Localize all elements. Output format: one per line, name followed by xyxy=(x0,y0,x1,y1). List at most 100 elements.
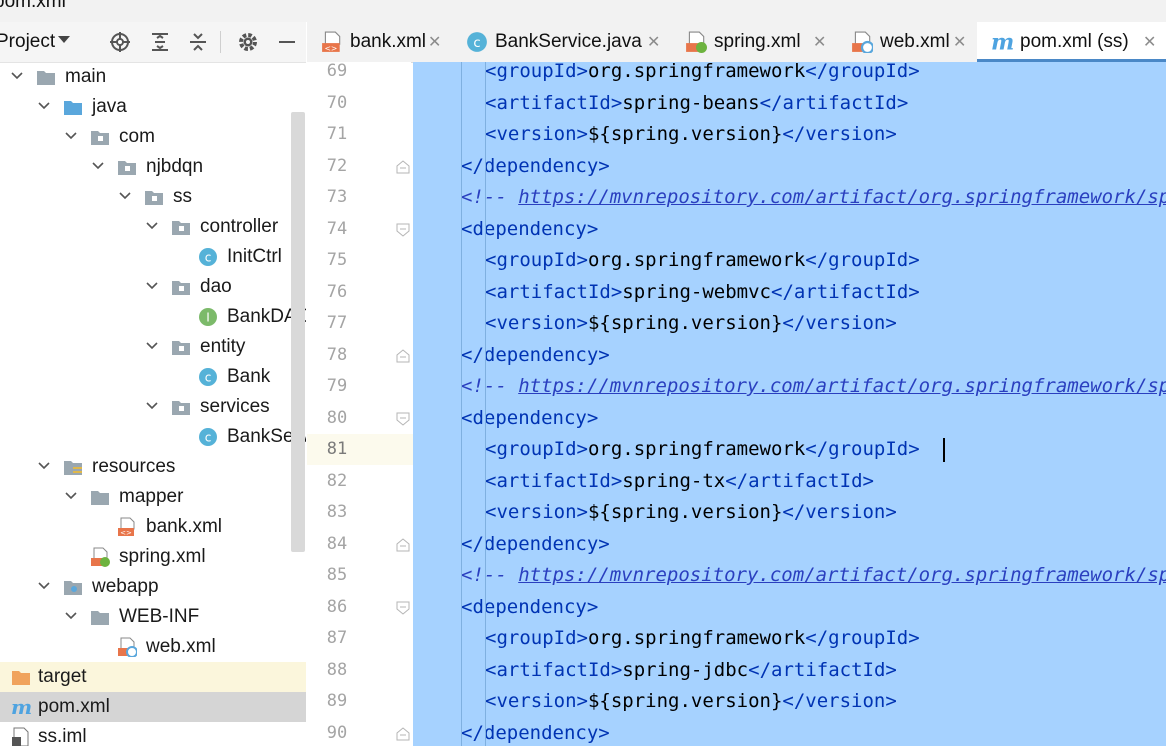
tab-label: web.xml xyxy=(880,31,950,52)
fold-end-icon[interactable] xyxy=(396,348,410,363)
code-line: <groupId>org.springframework</groupId> xyxy=(485,434,920,465)
code-token: </version> xyxy=(782,690,897,712)
code-token: <version> xyxy=(485,501,588,523)
chevron-down-icon[interactable] xyxy=(65,610,77,622)
editor-tab[interactable]: c BankService.java ✕ xyxy=(452,22,671,62)
chevron-down-icon[interactable] xyxy=(146,280,158,292)
tree-item[interactable]: cBankService xyxy=(0,422,306,452)
chevron-down-icon[interactable] xyxy=(58,36,70,43)
comment-link[interactable]: https://mvnrepository.com/artifact/org.s… xyxy=(518,186,1166,208)
line-number: 78 xyxy=(326,344,348,365)
close-icon[interactable]: ✕ xyxy=(813,32,826,52)
tree-item[interactable]: WEB-INF xyxy=(0,602,306,632)
code-token: <version> xyxy=(485,123,588,145)
close-icon[interactable]: ✕ xyxy=(647,32,660,52)
chevron-down-icon[interactable] xyxy=(65,490,77,502)
tree-scrollbar[interactable] xyxy=(291,112,305,552)
editor-tab[interactable]: m pom.xml (ss) ✕ xyxy=(977,22,1166,62)
class-icon: c xyxy=(199,248,217,266)
tree-item[interactable]: web.xml xyxy=(0,632,306,662)
code-token: ${spring.version} xyxy=(587,123,783,145)
fold-start-icon[interactable] xyxy=(396,412,410,426)
close-icon[interactable]: ✕ xyxy=(428,32,441,52)
close-icon[interactable]: ✕ xyxy=(1143,32,1156,52)
fold-start-icon[interactable] xyxy=(396,601,410,615)
chevron-down-icon[interactable] xyxy=(146,220,158,232)
svg-text:<>: <> xyxy=(120,529,132,537)
tree-item-label: dao xyxy=(200,276,232,297)
code-token: spring-webmvc xyxy=(622,280,771,303)
fold-end-icon[interactable] xyxy=(396,726,410,741)
chevron-down-icon[interactable] xyxy=(146,340,158,352)
editor-tab[interactable]: <> bank.xml ✕ xyxy=(307,22,452,62)
svg-text:c: c xyxy=(205,431,212,445)
tree-item[interactable]: njbdqn xyxy=(0,152,306,182)
code-token: <artifactId> xyxy=(485,91,623,114)
tree-item[interactable]: entity xyxy=(0,332,306,362)
code-token: </version> xyxy=(782,312,897,334)
chevron-down-icon[interactable] xyxy=(146,400,158,412)
tree-item[interactable]: mapper xyxy=(0,482,306,512)
tree-item-label: mapper xyxy=(119,486,184,507)
line-number: 72 xyxy=(326,155,348,176)
tree-item[interactable]: ss.iml xyxy=(0,722,306,746)
comment-link[interactable]: https://mvnrepository.com/artifact/org.s… xyxy=(518,375,1166,397)
code-token: ${spring.version} xyxy=(587,690,783,712)
chevron-down-icon[interactable] xyxy=(38,580,50,592)
code-token: <dependency> xyxy=(461,595,599,618)
tree-item[interactable]: m pom.xml xyxy=(0,692,306,722)
tree-item[interactable]: I BankDAO xyxy=(0,302,306,332)
code-token: </artifactId> xyxy=(725,469,874,492)
tree-item[interactable]: main xyxy=(0,62,306,92)
tab-label: pom.xml (ss) xyxy=(1020,31,1129,52)
tree-item[interactable]: services xyxy=(0,392,306,422)
code-token: <groupId> xyxy=(485,627,588,649)
expand-all-icon[interactable] xyxy=(148,30,172,54)
editor-tab[interactable]: web.xml ✕ xyxy=(837,22,977,62)
tree-item[interactable]: com xyxy=(0,122,306,152)
fold-start-icon[interactable] xyxy=(396,223,410,237)
line-number: 71 xyxy=(326,124,348,144)
tree-item[interactable]: resources xyxy=(0,452,306,482)
editor: <> bank.xml ✕ c BankService.java ✕ spring.xml ✕… xyxy=(307,22,1166,746)
code-token: </dependency> xyxy=(461,343,610,366)
line-number: 85 xyxy=(326,565,348,585)
chevron-down-icon[interactable] xyxy=(65,130,77,142)
close-icon[interactable]: ✕ xyxy=(953,32,966,52)
collapse-all-icon[interactable] xyxy=(186,30,210,54)
tree-item-label: controller xyxy=(200,216,279,237)
chevron-down-icon[interactable] xyxy=(38,100,50,112)
editor-tab[interactable]: spring.xml ✕ xyxy=(671,22,837,62)
comment-link[interactable]: https://mvnrepository.com/artifact/org.s… xyxy=(518,564,1166,586)
tree-item[interactable]: ss xyxy=(0,182,306,212)
indent-guide xyxy=(461,62,462,746)
class-icon: c xyxy=(199,428,217,446)
code-token: </dependency> xyxy=(461,154,610,177)
code-line: <artifactId>spring-jdbc</artifactId> xyxy=(485,655,897,686)
chevron-down-icon[interactable] xyxy=(92,160,104,172)
code-token: <groupId> xyxy=(485,249,588,271)
locate-icon[interactable] xyxy=(108,30,132,54)
chevron-down-icon[interactable] xyxy=(11,70,23,82)
gear-icon[interactable] xyxy=(236,30,260,54)
tree-item[interactable]: dao xyxy=(0,272,306,302)
tree-item[interactable]: <> bank.xml xyxy=(0,512,306,542)
tree-item[interactable]: java xyxy=(0,92,306,122)
tree-item[interactable]: c InitCtrl xyxy=(0,242,306,272)
code-token: </dependency> xyxy=(461,721,610,744)
tree-item[interactable]: c Bank xyxy=(0,362,306,392)
fold-end-icon[interactable] xyxy=(396,537,410,552)
tree-item[interactable]: controller xyxy=(0,212,306,242)
window-title: pom.xml xyxy=(0,0,66,12)
minimize-icon[interactable] xyxy=(275,30,299,54)
code-token: org.springframework xyxy=(587,438,806,460)
project-view-selector[interactable]: Project xyxy=(0,31,55,53)
chevron-down-icon[interactable] xyxy=(38,460,50,472)
chevron-down-icon[interactable] xyxy=(119,190,131,202)
tree-item[interactable]: spring.xml xyxy=(0,542,306,572)
tree-item[interactable]: target xyxy=(0,662,306,692)
fold-end-icon[interactable] xyxy=(396,159,410,174)
tree-item[interactable]: webapp xyxy=(0,572,306,602)
code-area[interactable]: <groupId>org.springframework</groupId> <a… xyxy=(413,62,1166,746)
svg-text:I: I xyxy=(206,311,210,325)
